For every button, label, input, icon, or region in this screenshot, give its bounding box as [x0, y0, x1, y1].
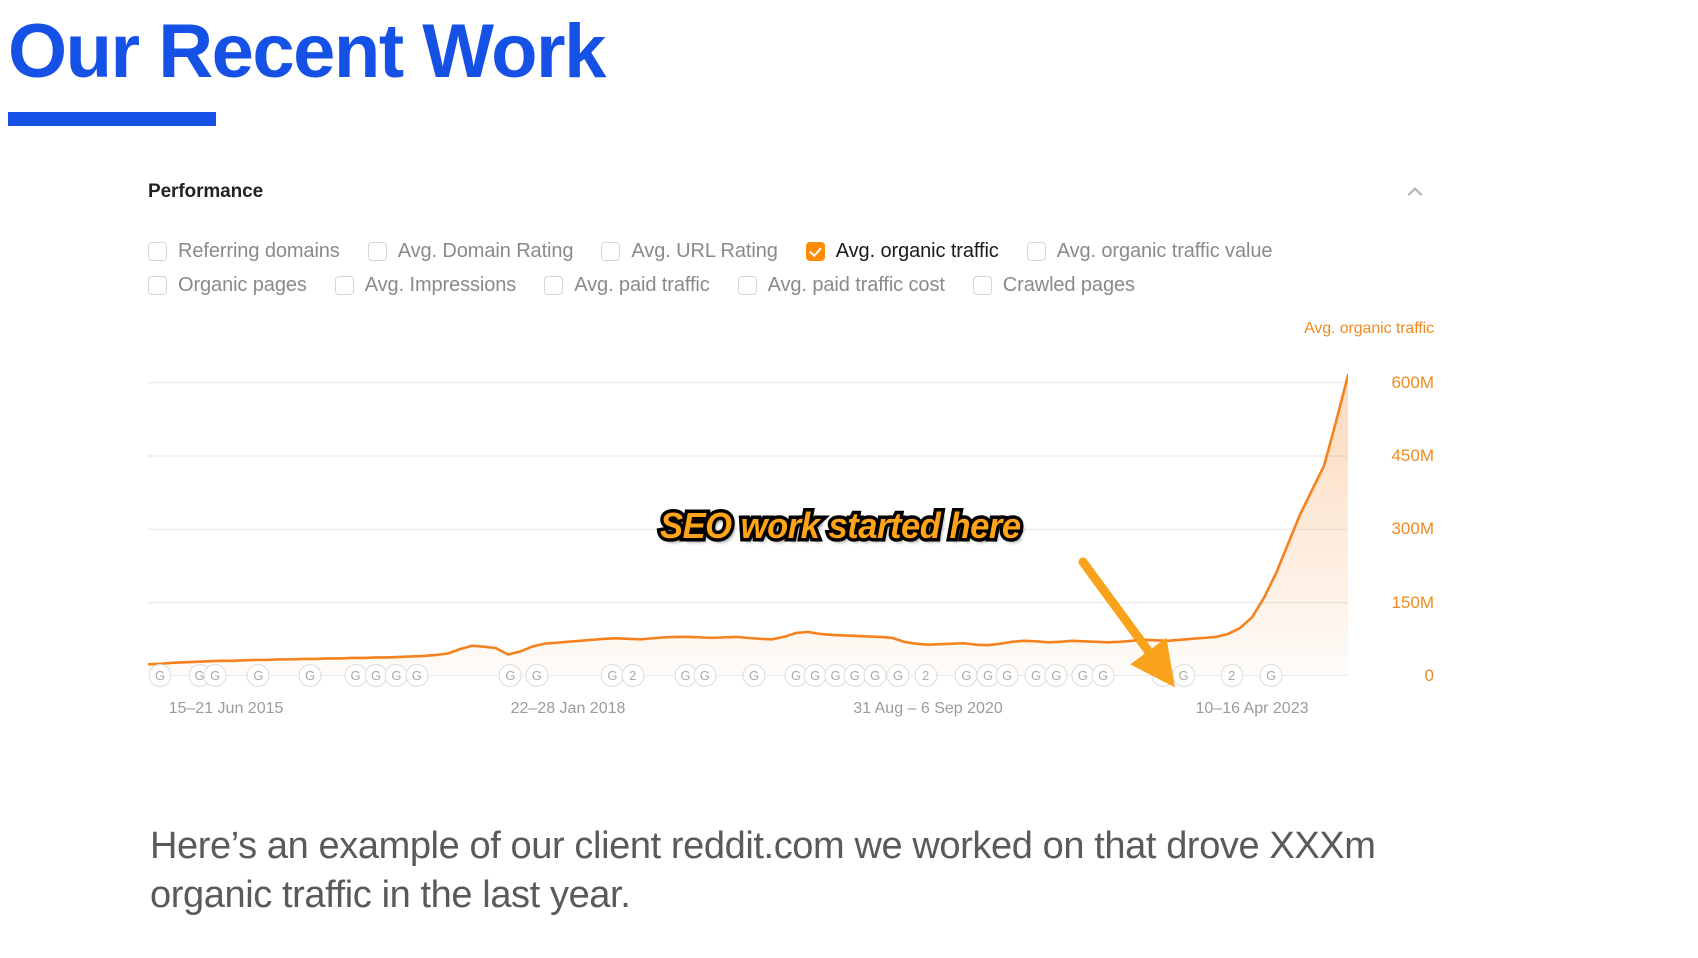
checkbox-avg-organic-traffic[interactable] [805, 241, 825, 261]
y-axis-tick-label: 300M [1391, 519, 1434, 539]
title-underline-rule [8, 112, 216, 126]
y-axis-tick-label: 0 [1424, 666, 1434, 685]
metric-row-2: Organic pages Avg. Impressions Avg. paid… [148, 268, 1434, 302]
metric-label: Avg. URL Rating [631, 239, 778, 262]
metric-label: Avg. paid traffic cost [767, 273, 945, 296]
metric-label: Avg. organic traffic [835, 239, 999, 262]
metric-label: Avg. Impressions [364, 273, 517, 296]
performance-header: Performance [148, 176, 1434, 208]
checkbox-avg-paid-traffic[interactable] [544, 275, 564, 295]
chart-x-axis: 15–21 Jun 2015 22–28 Jan 2018 31 Aug – 6 S… [148, 700, 1348, 724]
y-axis-tick-label: 150M [1391, 592, 1434, 612]
seo-annotation-text: SEO work started here [657, 502, 1025, 550]
checkbox-avg-url-rating[interactable] [601, 241, 621, 261]
metric-avg-organic-traffic[interactable]: Avg. organic traffic [805, 239, 999, 263]
x-axis-tick-label: 31 Aug – 6 Sep 2020 [853, 700, 1003, 717]
checkbox-avg-impressions[interactable] [334, 275, 354, 295]
performance-card: Performance Referring domains Avg. Domai… [148, 176, 1434, 720]
metric-avg-domain-rating[interactable]: Avg. Domain Rating [367, 239, 574, 263]
y-axis-tick-label: 600M [1391, 372, 1434, 392]
metric-avg-paid-traffic-cost[interactable]: Avg. paid traffic cost [737, 273, 945, 297]
slide-title-block: Our Recent Work [8, 9, 606, 126]
checkbox-crawled-pages[interactable] [972, 275, 992, 295]
y-axis-tick-label: 450M [1391, 446, 1434, 465]
metric-crawled-pages[interactable]: Crawled pages [972, 273, 1135, 297]
metric-label: Organic pages [178, 273, 307, 296]
x-axis-tick-label: 10–16 Apr 2023 [1195, 700, 1309, 717]
metric-filter-rows: Referring domains Avg. Domain Rating Avg… [148, 234, 1434, 302]
slide-caption: Here’s an example of our client reddit.c… [150, 825, 1376, 916]
checkbox-avg-organic-traffic-value[interactable] [1026, 241, 1046, 261]
metric-label: Avg. Domain Rating [397, 239, 574, 262]
metric-label: Avg. paid traffic [574, 273, 710, 296]
metric-organic-pages[interactable]: Organic pages [148, 274, 307, 297]
performance-title: Performance [148, 181, 264, 202]
metric-label: Referring domains [178, 239, 340, 262]
metric-avg-organic-traffic-value[interactable]: Avg. organic traffic value [1026, 239, 1273, 263]
metric-avg-url-rating[interactable]: Avg. URL Rating [601, 239, 778, 263]
metric-label: Crawled pages [1002, 273, 1135, 296]
metric-referring-domains[interactable]: Referring domains [148, 240, 340, 263]
checkbox-avg-paid-traffic-cost[interactable] [737, 275, 757, 295]
x-axis-tick-label: 22–28 Jan 2018 [510, 700, 626, 717]
checkbox-organic-pages[interactable] [148, 275, 167, 295]
metric-avg-paid-traffic[interactable]: Avg. paid traffic [544, 273, 710, 297]
metric-row-1: Referring domains Avg. Domain Rating Avg… [148, 234, 1434, 268]
checkbox-referring-domains[interactable] [148, 241, 167, 261]
page-title: Our Recent Work [8, 9, 606, 94]
chart-legend-label: Avg. organic traffic [1304, 320, 1434, 337]
checkbox-avg-domain-rating[interactable] [367, 241, 387, 261]
x-axis-tick-label: 15–21 Jun 2015 [168, 700, 284, 717]
metric-label: Avg. organic traffic value [1056, 239, 1273, 262]
chevron-up-icon[interactable] [1402, 179, 1428, 205]
chart-y-axis: 0 150M 300M 450M 600M [1354, 346, 1434, 685]
metric-avg-impressions[interactable]: Avg. Impressions [334, 273, 517, 297]
